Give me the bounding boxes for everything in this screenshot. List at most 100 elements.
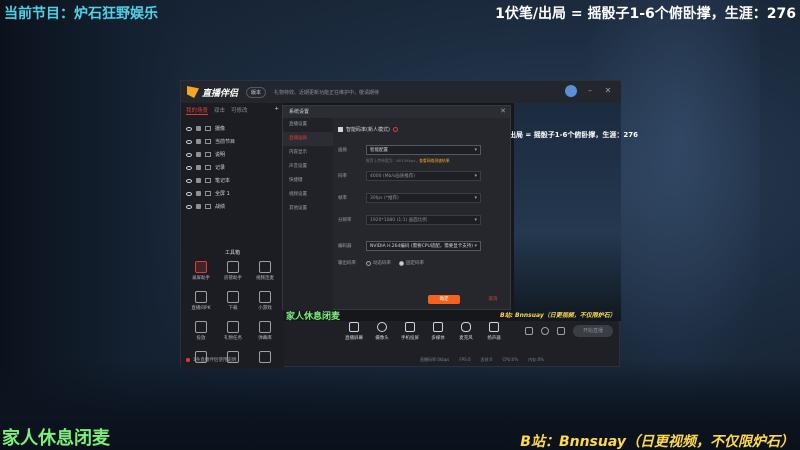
cancel-button[interactable]: 取消 xyxy=(482,295,504,304)
minimize-icon[interactable]: – xyxy=(585,86,595,96)
tab-editable[interactable]: 可修改 xyxy=(231,106,248,115)
tool-label: 礼物任务 xyxy=(224,336,242,341)
settings-nav-item[interactable]: 声音设置 xyxy=(283,160,333,174)
lock-icon[interactable] xyxy=(196,165,201,170)
tool-item[interactable]: 礼物任务 xyxy=(217,321,249,341)
avatar[interactable] xyxy=(565,85,577,97)
field-row: 帧率 30fps (*推荐) xyxy=(338,192,508,204)
preview-bilibili-label: B站: Bnnsuay（日更视频，不仅限炉石） xyxy=(500,312,616,319)
bottom-label: 直播屏幕 xyxy=(345,336,363,341)
quality-select[interactable]: 智能配置 xyxy=(366,145,481,155)
settings-nav: 直播设置 直播画质 内容显示 声音设置 快捷键 视频设置 其他设置 xyxy=(283,118,333,311)
lock-icon[interactable] xyxy=(196,178,201,183)
record-icon[interactable] xyxy=(525,327,533,335)
lock-icon[interactable] xyxy=(196,204,201,209)
lock-icon[interactable] xyxy=(196,139,201,144)
tool-item[interactable]: 直播间PK xyxy=(185,291,217,311)
tool-item[interactable]: 投放 xyxy=(185,321,217,341)
eye-icon[interactable] xyxy=(186,126,192,131)
tab-double-click[interactable]: 双击 xyxy=(214,106,225,115)
output-bitrate-row: 输出码率 动态码率 固定码率 xyxy=(338,260,508,266)
eye-icon[interactable] xyxy=(186,152,192,157)
tool-item[interactable]: 弹幕库 xyxy=(249,321,281,341)
add-camera-button[interactable]: 摄像头 xyxy=(368,322,396,354)
tab-my-scenes[interactable]: 我的场景 xyxy=(186,106,209,115)
settings-nav-item[interactable]: 直播画质 xyxy=(283,132,333,146)
danmaku-icon xyxy=(259,321,271,333)
source-type-icon xyxy=(205,191,211,196)
settings-nav-item[interactable]: 直播设置 xyxy=(283,118,333,132)
browser-icon xyxy=(195,321,207,333)
lock-icon[interactable] xyxy=(196,191,201,196)
tool-label: 录屏助手 xyxy=(192,276,210,281)
tool-label: 视频连麦 xyxy=(256,276,274,281)
ok-button[interactable]: 确定 xyxy=(428,295,460,304)
scene-footer[interactable]: 1条直播伴侣使用说明 xyxy=(186,357,236,363)
radio-dynamic[interactable]: 动态码率 xyxy=(366,260,391,266)
speaker-button[interactable]: 扬声器 xyxy=(480,322,508,354)
app-logo: 直播伴侣 xyxy=(187,86,238,99)
eye-icon[interactable] xyxy=(186,139,192,144)
gear-icon[interactable] xyxy=(557,327,565,335)
add-scene-button[interactable]: + xyxy=(274,106,279,115)
status-item: 内存:0% xyxy=(528,357,544,362)
scene-tabs: 我的场景 双击 可修改 + xyxy=(181,103,284,118)
dialog-close-icon[interactable]: ✕ xyxy=(500,107,506,115)
encoder-select[interactable]: NVIDIA H.264编码 (需要CPU适配，需要显卡支持) xyxy=(366,241,481,251)
tool-item[interactable]: 视频连麦 xyxy=(249,261,281,281)
source-item[interactable]: 记录 xyxy=(181,161,284,174)
source-item[interactable]: 战绩 xyxy=(181,200,284,213)
eye-icon[interactable] xyxy=(186,178,192,183)
tool-item[interactable] xyxy=(249,351,281,365)
settings-nav-item[interactable]: 其他设置 xyxy=(283,202,333,216)
lock-icon[interactable] xyxy=(196,126,201,131)
tool-item[interactable]: 小游戏 xyxy=(249,291,281,311)
source-item[interactable]: 说明 xyxy=(181,148,284,161)
add-media-button[interactable]: 多媒体 xyxy=(424,322,452,354)
eye-icon[interactable] xyxy=(186,165,192,170)
tool-grid: 录屏助手 房管助手 视频连麦 直播间PK 下载 小游戏 投放 礼物任务 弹幕库 xyxy=(185,261,281,365)
add-phone-button[interactable]: 手机投屏 xyxy=(396,322,424,354)
phone-icon xyxy=(405,322,415,332)
source-item[interactable]: 摄像 xyxy=(181,122,284,135)
source-label: 战绩 xyxy=(215,204,226,210)
app-name: 直播伴侣 xyxy=(202,88,239,99)
source-item[interactable]: 当前节目 xyxy=(181,135,284,148)
bitrate-select[interactable]: 4000 (Mb/s画质推荐) xyxy=(366,171,481,181)
radio-fixed[interactable]: 固定码率 xyxy=(399,260,424,266)
source-label: 摄像 xyxy=(215,126,226,132)
speedtest-link[interactable]: 查看网络测速结果 xyxy=(419,158,449,163)
start-live-button[interactable]: 开始直播 xyxy=(573,325,613,337)
settings-nav-item[interactable]: 快捷键 xyxy=(283,174,333,188)
settings-icon[interactable] xyxy=(541,327,549,335)
close-icon[interactable]: ✕ xyxy=(603,86,613,96)
field-label: 画质 xyxy=(338,148,347,153)
camera-icon xyxy=(377,322,387,332)
help-icon[interactable] xyxy=(392,126,398,132)
radio-circle xyxy=(399,260,404,266)
add-screen-button[interactable]: 直播屏幕 xyxy=(340,322,368,354)
lock-icon[interactable] xyxy=(196,152,201,157)
eye-icon[interactable] xyxy=(186,191,192,196)
smart-mode-checkbox[interactable] xyxy=(338,126,343,132)
source-item[interactable]: 全屏 1 xyxy=(181,187,284,200)
source-item[interactable]: 笔记本 xyxy=(181,174,284,187)
resolution-select[interactable]: 1920*1080 (1:1) 画面比例 xyxy=(366,215,481,225)
settings-nav-item[interactable]: 内容显示 xyxy=(283,146,333,160)
media-icon xyxy=(433,322,443,332)
field-row: 画质 智能配置 xyxy=(338,144,508,156)
tool-label: 小游戏 xyxy=(258,306,272,311)
tool-item[interactable]: 下载 xyxy=(217,291,249,311)
framerate-select[interactable]: 30fps (*推荐) xyxy=(366,193,481,203)
status-item: CPU:0% xyxy=(502,357,519,362)
version-badge[interactable]: 版本 xyxy=(246,86,267,98)
game-icon xyxy=(259,291,271,303)
eye-icon[interactable] xyxy=(186,204,192,209)
tool-item[interactable]: 录屏助手 xyxy=(185,261,217,281)
microphone-button[interactable]: 麦克风 xyxy=(452,322,480,354)
tool-item[interactable]: 房管助手 xyxy=(217,261,249,281)
settings-nav-item[interactable]: 视频设置 xyxy=(283,188,333,202)
bottom-right-controls: 开始直播 xyxy=(525,325,613,337)
source-label: 全屏 1 xyxy=(215,191,230,197)
bandwidth-hint: 推荐上传带宽为：8013Kbps，查看网络测速结果 xyxy=(366,158,508,164)
